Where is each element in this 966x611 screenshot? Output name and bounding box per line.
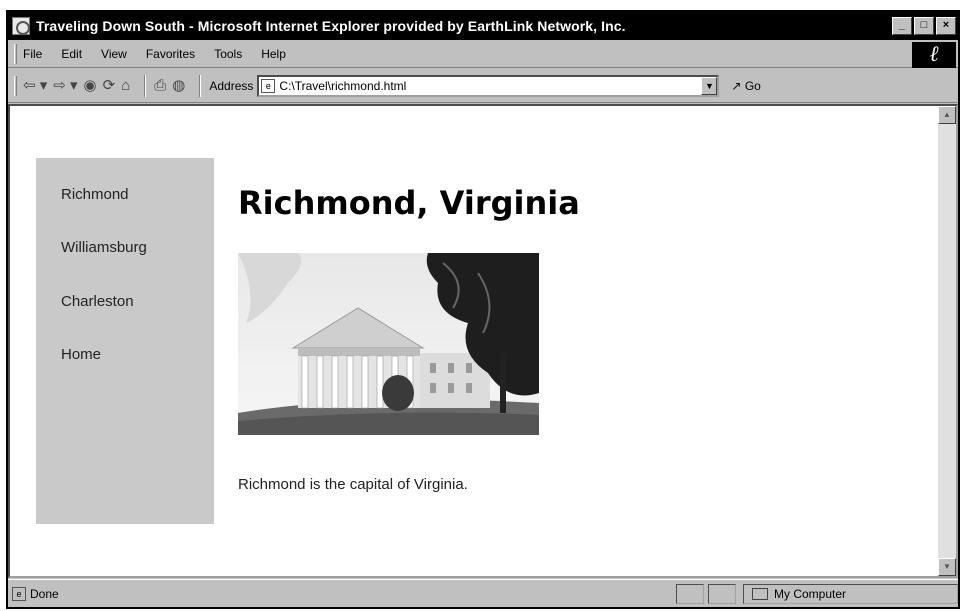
sidebar-link-williamsburg[interactable]: Williamsburg (61, 239, 147, 256)
address-dropdown-icon[interactable]: ▼ (701, 76, 718, 95)
stop-icon[interactable]: ◉ (84, 76, 97, 96)
edit-icon[interactable]: ◍ (172, 76, 185, 96)
sidebar-link-richmond[interactable]: Richmond (61, 186, 129, 203)
menu-file[interactable]: File (23, 47, 42, 61)
status-text: Done (30, 586, 59, 601)
status-message: e Done (12, 586, 59, 601)
go-arrow-icon: ↗ (731, 78, 742, 93)
toolbar-grip[interactable] (14, 75, 17, 96)
address-input[interactable]: e C:\Travel\richmond.html ▼ (257, 74, 720, 97)
status-panel (708, 584, 736, 604)
print-icon[interactable]: ⎙ (154, 76, 166, 96)
ie-page-icon (12, 17, 30, 35)
menu-view[interactable]: View (101, 47, 127, 61)
security-zone: My Computer (743, 584, 958, 604)
page-done-icon: e (12, 586, 26, 601)
capitol-photo (238, 253, 539, 435)
back-icon[interactable]: ⇦ ▾ (23, 76, 47, 96)
forward-icon[interactable]: ⇨ ▾ (53, 76, 77, 96)
toolbar-divider (199, 74, 202, 97)
refresh-icon[interactable]: ⟳ (103, 76, 116, 96)
status-panel (676, 584, 704, 604)
go-button[interactable]: ↗ Go (731, 79, 760, 93)
address-label: Address (209, 78, 254, 93)
title-bar[interactable]: Traveling Down South - Microsoft Interne… (8, 12, 958, 40)
page-title: Richmond, Virginia (238, 184, 580, 222)
menu-edit[interactable]: Edit (61, 47, 82, 61)
toolbar-divider (144, 74, 147, 97)
vertical-scrollbar[interactable]: ▲ ▼ (938, 106, 956, 576)
menu-tools[interactable]: Tools (214, 47, 242, 61)
status-bar: e Done My Computer (8, 579, 958, 607)
menu-help[interactable]: Help (261, 47, 286, 61)
minimize-button[interactable]: _ (892, 17, 912, 35)
menu-favorites[interactable]: Favorites (146, 47, 195, 61)
home-icon[interactable]: ⌂ (121, 76, 130, 96)
menu-grip[interactable] (14, 44, 17, 64)
browser-window: Traveling Down South - Microsoft Interne… (6, 10, 960, 609)
scroll-up-icon[interactable]: ▲ (938, 106, 956, 124)
page-viewport: Richmond Williamsburg Charleston Home Ri… (8, 104, 958, 578)
menu-bar: File Edit View Favorites Tools Help ℓ (8, 41, 958, 68)
sidebar-nav: Richmond Williamsburg Charleston Home (36, 158, 214, 524)
computer-icon (752, 588, 768, 600)
go-label: Go (744, 78, 761, 93)
page-caption: Richmond is the capital of Virginia. (238, 476, 468, 493)
scroll-down-icon[interactable]: ▼ (938, 558, 956, 576)
ie-throbber-icon: ℓ (912, 42, 956, 68)
window-controls: _ □ × (892, 17, 956, 35)
page-icon: e (261, 78, 276, 93)
toolbar: ⇦ ▾ ⇨ ▾ ◉ ⟳ ⌂ ⎙ ◍ Address e C:\Travel\ri… (8, 69, 958, 103)
zone-label: My Computer (774, 587, 847, 601)
address-value[interactable]: C:\Travel\richmond.html (279, 79, 406, 93)
close-button[interactable]: × (936, 17, 956, 35)
window-title: Traveling Down South - Microsoft Interne… (36, 18, 626, 34)
sidebar-link-charleston[interactable]: Charleston (61, 293, 134, 310)
sidebar-link-home[interactable]: Home (61, 346, 101, 363)
maximize-button[interactable]: □ (914, 17, 934, 35)
